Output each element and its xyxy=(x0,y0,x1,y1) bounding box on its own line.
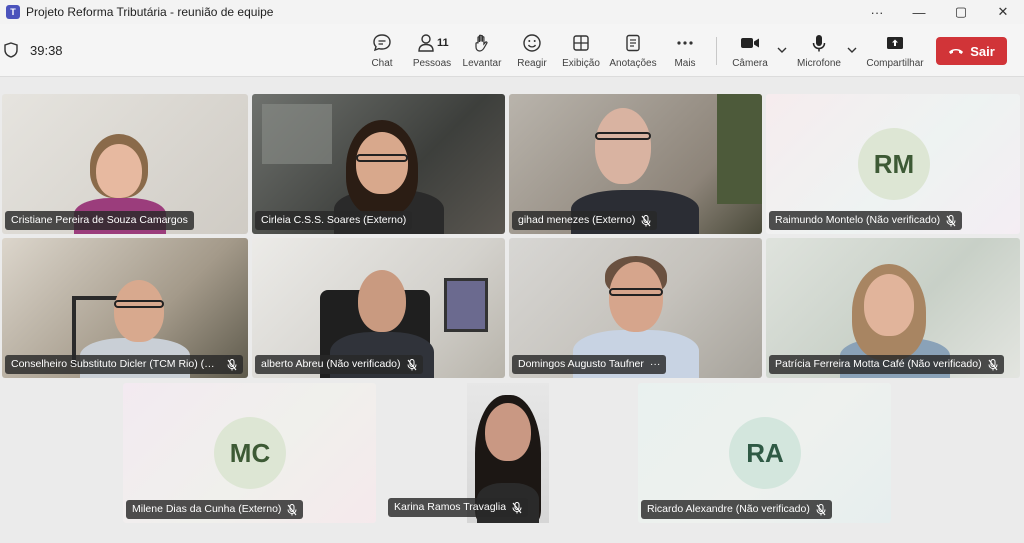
raise-hand-label: Levantar xyxy=(462,58,502,69)
people-icon xyxy=(415,32,437,54)
participant-video-face xyxy=(96,144,142,198)
participant-video-face xyxy=(609,262,663,332)
participant-video-face xyxy=(595,108,651,184)
teams-meeting-window: T Projeto Reforma Tributária - reunião d… xyxy=(0,0,1024,543)
notes-label: Anotações xyxy=(609,58,657,69)
react-label: Reagir xyxy=(517,58,547,69)
muted-mic-icon xyxy=(407,358,416,370)
title-bar: T Projeto Reforma Tributária - reunião d… xyxy=(0,0,1024,24)
toolbar-divider xyxy=(716,37,717,65)
more-button[interactable]: Mais xyxy=(660,32,710,69)
participant-name-label: Milene Dias da Cunha (Externo) xyxy=(126,500,304,519)
more-dots-icon xyxy=(674,32,696,54)
participant-name-label: Karina Ramos Travaglia xyxy=(388,498,529,517)
participant-glasses xyxy=(609,288,663,296)
participant-avatar: RM xyxy=(858,128,930,200)
meeting-toolbar: 39:38 Chat 11 Pessoas Levantar Reagir Ex… xyxy=(0,24,1024,77)
view-label: Exibição xyxy=(562,58,600,69)
participant-glasses xyxy=(595,132,651,140)
window-controls: ··· — ▢ ✕ xyxy=(856,0,1024,24)
muted-mic-icon xyxy=(946,214,956,226)
muted-mic-icon xyxy=(988,358,998,370)
participant-video-face xyxy=(485,403,531,461)
camera-button[interactable]: Câmera xyxy=(725,32,775,69)
muted-mic-icon xyxy=(227,358,237,370)
share-button[interactable]: Compartilhar xyxy=(866,32,924,69)
share-screen-icon xyxy=(884,32,906,54)
hand-icon xyxy=(471,32,493,54)
grid-view-icon xyxy=(570,32,592,54)
participant-name-label: Cirleia C.S.S. Soares (Externo) xyxy=(255,211,413,230)
more-label: Mais xyxy=(674,58,696,69)
participant-tile[interactable]: Patrícia Ferreira Motta Café (Não verifi… xyxy=(766,238,1020,378)
participant-more-options-button[interactable]: ··· xyxy=(650,355,661,374)
chat-icon xyxy=(371,32,393,54)
microphone-label: Microfone xyxy=(797,58,841,69)
microphone-options-chevron-down-icon[interactable] xyxy=(846,45,858,55)
raise-hand-button[interactable]: Levantar xyxy=(457,32,507,69)
participant-tile[interactable]: RM Raimundo Montelo (Não verificado) xyxy=(766,94,1020,234)
people-count: 11 xyxy=(437,37,449,49)
participant-glasses xyxy=(356,154,408,162)
participant-name-label: gihad menezes (Externo) xyxy=(512,211,658,230)
participant-avatar: MC xyxy=(214,417,286,489)
participant-tile[interactable]: Karina Ramos Travaglia xyxy=(380,383,633,523)
participant-name-label: Patrícia Ferreira Motta Café (Não verifi… xyxy=(769,355,1004,374)
participant-tile[interactable]: gihad menezes (Externo) xyxy=(509,94,762,234)
chat-label: Chat xyxy=(371,58,393,69)
notes-icon xyxy=(622,32,644,54)
participant-name-label: Cristiane Pereira de Souza Camargos xyxy=(5,211,194,230)
participant-glasses xyxy=(114,300,164,308)
participant-tile[interactable]: MC Milene Dias da Cunha (Externo) xyxy=(123,383,376,523)
camera-label: Câmera xyxy=(732,58,768,69)
participant-video-face xyxy=(358,270,406,332)
muted-mic-icon xyxy=(641,214,651,226)
participant-tile[interactable]: alberto Abreu (Não verificado) xyxy=(252,238,505,378)
people-button[interactable]: 11 Pessoas xyxy=(407,32,457,69)
notes-button[interactable]: Anotações xyxy=(608,32,658,69)
muted-mic-icon xyxy=(287,503,297,515)
participant-tile[interactable]: Domingos Augusto Taufner ··· xyxy=(509,238,762,378)
muted-mic-icon xyxy=(512,501,522,513)
smiley-icon xyxy=(521,32,543,54)
microphone-icon xyxy=(808,32,830,54)
muted-mic-icon xyxy=(816,503,826,515)
camera-icon xyxy=(739,32,761,54)
maximize-button[interactable]: ▢ xyxy=(940,0,982,24)
participant-name-label: Domingos Augusto Taufner ··· xyxy=(512,355,667,374)
participant-name-label: Raimundo Montelo (Não verificado) xyxy=(769,211,963,230)
shield-icon xyxy=(4,42,18,58)
participant-video-face xyxy=(356,132,408,194)
chat-button[interactable]: Chat xyxy=(357,32,407,69)
participant-name-label: Ricardo Alexandre (Não verificado) xyxy=(641,500,832,519)
participant-tile[interactable]: RA Ricardo Alexandre (Não verificado) xyxy=(638,383,891,523)
participant-tile[interactable]: Cirleia C.S.S. Soares (Externo) xyxy=(252,94,505,234)
window-title: Projeto Reforma Tributária - reunião de … xyxy=(26,5,274,19)
teams-logo-icon: T xyxy=(6,5,20,19)
participant-tile[interactable]: Conselheiro Substituto Dicler (TCM Rio) … xyxy=(2,238,248,378)
close-window-button[interactable]: ✕ xyxy=(982,0,1024,24)
participant-video-face xyxy=(864,274,914,336)
participant-avatar: RA xyxy=(729,417,801,489)
share-label: Compartilhar xyxy=(866,58,924,69)
participant-video-face xyxy=(114,280,164,342)
hang-up-phone-icon xyxy=(949,49,964,54)
participant-tile[interactable]: Cristiane Pereira de Souza Camargos xyxy=(2,94,248,234)
leave-button[interactable]: Sair xyxy=(936,37,1007,65)
view-button[interactable]: Exibição xyxy=(556,32,606,69)
window-more-button[interactable]: ··· xyxy=(856,0,898,24)
minimize-button[interactable]: — xyxy=(898,0,940,24)
leave-label: Sair xyxy=(970,43,995,59)
people-label: Pessoas xyxy=(412,58,452,69)
meeting-timer: 39:38 xyxy=(30,43,63,58)
microphone-button[interactable]: Microfone xyxy=(794,32,844,69)
participant-name-label: Conselheiro Substituto Dicler (TCM Rio) … xyxy=(5,355,243,374)
background-plant xyxy=(717,94,762,204)
participant-name-label: alberto Abreu (Não verificado) xyxy=(255,355,423,374)
background-painting xyxy=(444,278,488,332)
react-button[interactable]: Reagir xyxy=(507,32,557,69)
background-shelf xyxy=(262,104,332,164)
camera-options-chevron-down-icon[interactable] xyxy=(776,45,788,55)
